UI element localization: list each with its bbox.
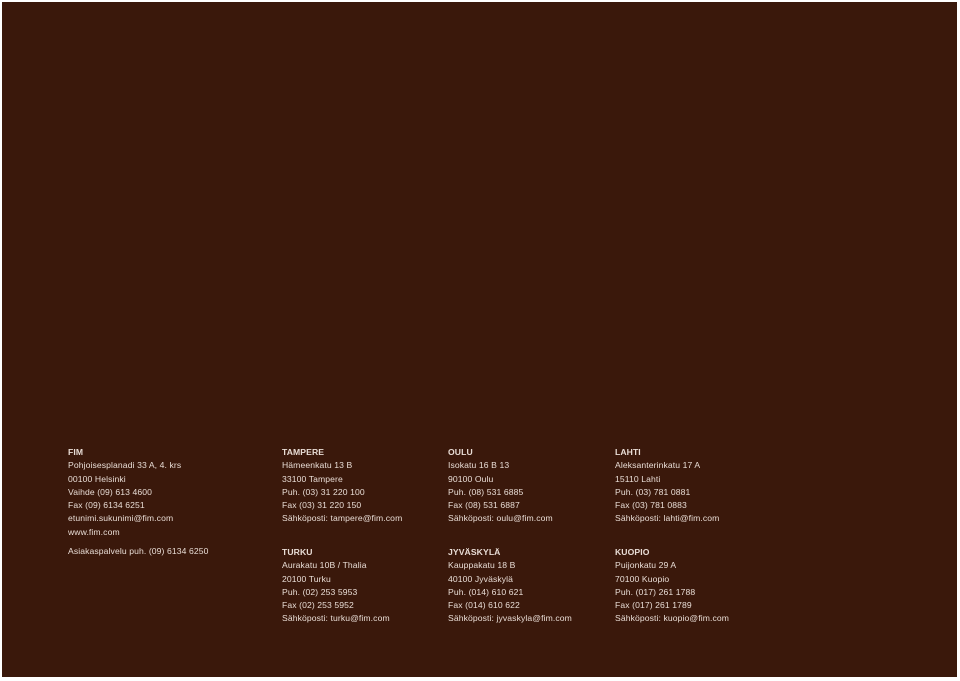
- address-line: Hämeenkatu 13 B: [282, 460, 353, 471]
- postal-line: 33100 Tampere: [282, 473, 343, 484]
- email-line[interactable]: Sähköposti: oulu@fim.com: [448, 512, 553, 525]
- email-line[interactable]: Sähköposti: kuopio@fim.com: [615, 612, 729, 625]
- office-lahti: LAHTI Aleksanterinkatu 17 A 15110 Lahti …: [615, 446, 719, 526]
- email-line[interactable]: Sähköposti: jyvaskyla@fim.com: [448, 612, 572, 625]
- office-title-lahti: LAHTI: [615, 447, 641, 457]
- office-title-tampere: TAMPERE: [282, 447, 325, 457]
- office-fim: FIM Pohjoisesplanadi 33 A, 4. krs 00100 …: [68, 446, 181, 539]
- office-title-oulu: OULU: [448, 447, 473, 457]
- phone-line: Puh. (03) 31 220 100: [282, 486, 365, 497]
- phone-line: Puh. (02) 253 5953: [282, 586, 358, 597]
- website-link[interactable]: www.fim.com: [68, 526, 181, 539]
- address-line: Pohjoisesplanadi 33 A, 4. krs: [68, 460, 182, 471]
- email-line[interactable]: Sähköposti: tampere@fim.com: [282, 512, 402, 525]
- office-tampere: TAMPERE Hämeenkatu 13 B 33100 Tampere Pu…: [282, 446, 402, 526]
- postal-line: 20100 Turku: [282, 573, 331, 584]
- postal-line: 15110 Lahti: [615, 473, 661, 484]
- phone-line: Puh. (017) 261 1788: [615, 586, 696, 597]
- fax-line: Fax (017) 261 1789: [615, 600, 692, 611]
- email-line[interactable]: Sähköposti: turku@fim.com: [282, 612, 390, 625]
- address-line: Isokatu 16 B 13: [448, 460, 510, 471]
- address-line: Kauppakatu 18 B: [448, 560, 516, 571]
- fax-line: Fax (014) 610 622: [448, 600, 520, 611]
- customer-service: Asiakaspalvelu puh. (09) 6134 6250: [68, 545, 209, 558]
- fax-line: Fax (08) 531 6887: [448, 500, 520, 511]
- office-jyvaskyla: JYVÄSKYLÄ Kauppakatu 18 B 40100 Jyväskyl…: [448, 546, 572, 626]
- office-turku: TURKU Aurakatu 10B / Thalia 20100 Turku …: [282, 546, 390, 626]
- office-title-kuopio: KUOPIO: [615, 547, 650, 557]
- address-line: Puijonkatu 29 A: [615, 560, 677, 571]
- postal-line: 00100 Helsinki: [68, 473, 126, 484]
- back-cover-page: FIM Pohjoisesplanadi 33 A, 4. krs 00100 …: [2, 2, 957, 677]
- postal-line: 40100 Jyväskylä: [448, 573, 514, 584]
- email-line[interactable]: Sähköposti: lahti@fim.com: [615, 512, 719, 525]
- postal-line: 70100 Kuopio: [615, 573, 670, 584]
- fax-line: Fax (02) 253 5952: [282, 600, 354, 611]
- customer-service-line: Asiakaspalvelu puh. (09) 6134 6250: [68, 546, 209, 556]
- fax-line: Fax (09) 6134 6251: [68, 500, 145, 511]
- office-title-turku: TURKU: [282, 547, 313, 557]
- address-line: Aurakatu 10B / Thalia: [282, 560, 367, 571]
- address-line: Aleksanterinkatu 17 A: [615, 460, 701, 471]
- fax-line: Fax (03) 781 0883: [615, 500, 687, 511]
- office-oulu: OULU Isokatu 16 B 13 90100 Oulu Puh. (08…: [448, 446, 553, 526]
- phone-line: Vaihde (09) 613 4600: [68, 486, 153, 497]
- office-title-fim: FIM: [68, 447, 84, 457]
- postal-line: 90100 Oulu: [448, 473, 494, 484]
- phone-line: Puh. (014) 610 621: [448, 586, 524, 597]
- fax-line: Fax (03) 31 220 150: [282, 500, 362, 511]
- phone-line: Puh. (08) 531 6885: [448, 486, 524, 497]
- office-title-jyvaskyla: JYVÄSKYLÄ: [448, 547, 501, 557]
- phone-line: Puh. (03) 781 0881: [615, 486, 691, 497]
- office-kuopio: KUOPIO Puijonkatu 29 A 70100 Kuopio Puh.…: [615, 546, 729, 626]
- email-pattern-line: etunimi.sukunimi@fim.com: [68, 513, 174, 524]
